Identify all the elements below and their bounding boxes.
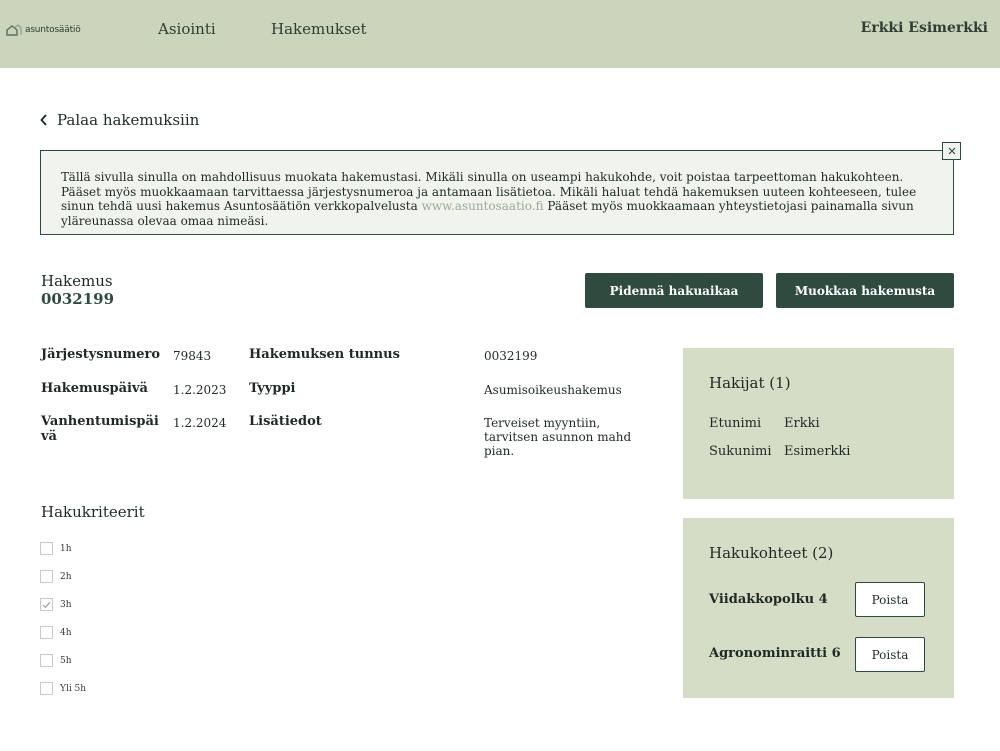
checkbox[interactable] (40, 682, 53, 695)
application-id-value: 0032199 (484, 349, 538, 363)
expiry-date-value: 1.2.2024 (173, 416, 227, 430)
website-link[interactable]: www.asuntosaatio.fi (422, 199, 544, 213)
back-to-applications-link[interactable]: Palaa hakemuksiin (40, 111, 199, 129)
target-name: Agronominraitti 6 (709, 646, 841, 661)
house-logo-icon (6, 24, 22, 36)
applicants-panel: Hakijat (1) Etunimi Erkki Sukunimi Esime… (683, 348, 954, 499)
top-navigation-bar: asuntosäätiö Asiointi Hakemukset Erkki E… (0, 0, 1000, 68)
back-link-label: Palaa hakemuksiin (57, 111, 200, 129)
application-date-value: 1.2.2023 (173, 383, 227, 397)
criteria-label: 4h (60, 627, 72, 638)
application-label: Hakemus (41, 272, 113, 290)
remove-target-button[interactable]: Poista (855, 637, 925, 672)
first-name-label: Etunimi (709, 416, 762, 431)
remove-target-button[interactable]: Poista (855, 582, 925, 617)
last-name-value: Esimerkki (784, 444, 851, 459)
user-profile-link[interactable]: Erkki Esimerkki (861, 20, 988, 36)
application-id-label: Hakemuksen tunnus (249, 347, 400, 362)
logo[interactable]: asuntosäätiö (6, 24, 81, 36)
criteria-option-3h[interactable]: 3h (40, 598, 72, 611)
target-name: Viidakkopolku 4 (709, 592, 828, 607)
targets-panel: Hakukohteet (2) Viidakkopolku 4 Poista A… (683, 518, 954, 698)
criteria-option-1h[interactable]: 1h (40, 542, 72, 555)
expiry-date-label: Vanhentumispäivä (41, 414, 159, 444)
first-name-value: Erkki (784, 416, 820, 431)
info-notice: Tällä sivulla sinulla on mahdollisuus mu… (40, 150, 954, 235)
criteria-label: 3h (60, 599, 72, 610)
order-number-value: 79843 (173, 349, 212, 363)
last-name-label: Sukunimi (709, 444, 772, 459)
nav-link-asiointi[interactable]: Asiointi (158, 20, 216, 38)
applicants-title: Hakijat (1) (709, 374, 791, 392)
nav-link-hakemukset[interactable]: Hakemukset (271, 20, 367, 38)
criteria-option-4h[interactable]: 4h (40, 626, 72, 639)
targets-title: Hakukohteet (2) (709, 544, 834, 562)
criteria-option-5h[interactable]: 5h (40, 654, 72, 667)
criteria-label: 2h (60, 571, 72, 582)
criteria-label: 5h (60, 655, 72, 666)
extend-application-button[interactable]: Pidennä hakuaikaa (585, 273, 763, 308)
chevron-left-icon (40, 114, 47, 126)
criteria-label: 1h (60, 543, 72, 554)
application-number: 0032199 (41, 290, 115, 308)
criteria-label: Yli 5h (60, 683, 87, 694)
type-value: Asumisoikeushakemus (484, 383, 622, 397)
checkmark-icon (42, 601, 51, 608)
additional-info-label: Lisätiedot (249, 414, 322, 429)
order-number-label: Järjestysnumero (41, 347, 161, 362)
checkbox[interactable] (40, 654, 53, 667)
application-date-label: Hakemuspäivä (41, 381, 148, 396)
close-notice-button[interactable] (942, 142, 961, 160)
additional-info-value: Terveiset myyntiin, tarvitsen asunnon ma… (484, 416, 632, 458)
criteria-option-over-5h[interactable]: Yli 5h (40, 682, 86, 695)
checkbox[interactable] (40, 570, 53, 583)
type-label: Tyyppi (249, 381, 296, 396)
edit-application-button[interactable]: Muokkaa hakemusta (776, 273, 954, 308)
criteria-title: Hakukriteerit (41, 503, 145, 521)
logo-text: asuntosäätiö (25, 25, 81, 35)
checkbox-checked[interactable] (40, 598, 53, 611)
criteria-option-2h[interactable]: 2h (40, 570, 72, 583)
checkbox[interactable] (40, 626, 53, 639)
close-icon (948, 147, 955, 155)
checkbox[interactable] (40, 542, 53, 555)
